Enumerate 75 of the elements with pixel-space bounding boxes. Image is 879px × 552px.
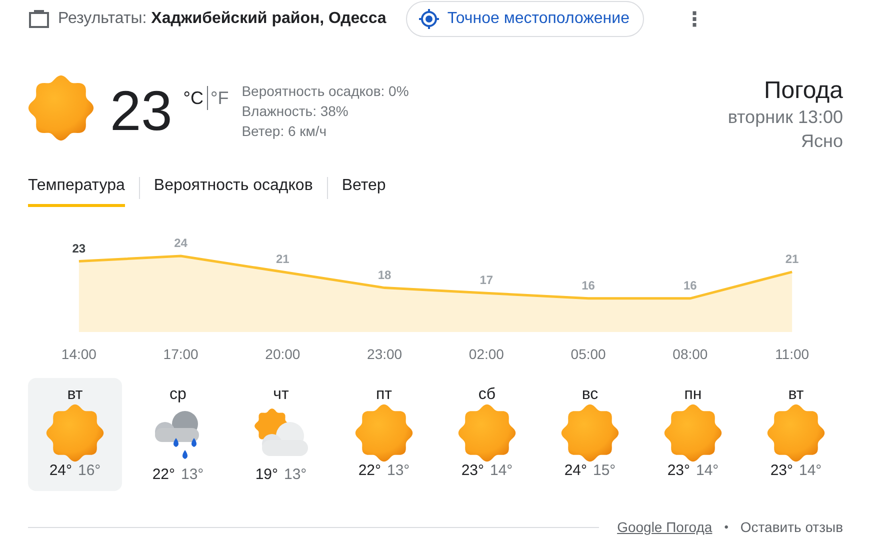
- chart-tab[interactable]: Температура: [28, 169, 125, 207]
- sun-icon: [664, 404, 722, 462]
- temperature-label: 23: [72, 241, 86, 256]
- time-label: 20:00: [264, 346, 302, 362]
- day-name: вс: [582, 386, 598, 404]
- low-temperature: 13°: [181, 466, 204, 483]
- chart-tab[interactable]: Вероятность осадков: [154, 169, 313, 207]
- temperature-label: 21: [785, 252, 799, 266]
- sun-icon: [355, 404, 413, 462]
- chart-tab[interactable]: Ветер: [342, 169, 386, 207]
- temperature-label: 21: [276, 252, 290, 266]
- high-temperature: 24°: [49, 462, 72, 479]
- briefcase-icon: [28, 9, 50, 29]
- high-temperature: 22°: [152, 466, 175, 483]
- day-name: ср: [170, 386, 186, 404]
- weather-detail: Влажность: 38%: [242, 103, 350, 120]
- day-name: пн: [684, 386, 702, 404]
- sun-icon: [28, 75, 94, 141]
- day-name: чт: [273, 386, 289, 404]
- unit-toggle[interactable]: °F: [208, 88, 232, 108]
- google-weather-link[interactable]: Google Погода: [617, 519, 712, 535]
- weather-detail: Ветер: 6 км/ч: [242, 123, 328, 140]
- sun-icon: [46, 404, 104, 462]
- weather-title: Погода: [764, 77, 843, 105]
- high-temperature: 23°: [667, 462, 690, 479]
- low-temperature: 14°: [696, 462, 719, 479]
- low-temperature: 16°: [78, 462, 101, 479]
- temperature-label: 16: [582, 278, 595, 292]
- time-label: 08:00: [672, 346, 709, 362]
- current-temperature: 23: [110, 83, 172, 139]
- day-forecast[interactable]: вт 24° 16°: [28, 378, 122, 491]
- day-forecast[interactable]: вт 23° 14°: [749, 378, 843, 491]
- low-temperature: 13°: [387, 462, 410, 479]
- day-name: пт: [376, 386, 392, 404]
- temperature-label: 18: [378, 268, 392, 282]
- temperature-label: 24: [174, 236, 188, 250]
- time-label: 05:00: [570, 346, 607, 362]
- time-label: 23:00: [366, 346, 404, 362]
- sun-icon: [767, 404, 825, 462]
- day-name: вт: [67, 386, 83, 404]
- low-temperature: 13°: [284, 466, 307, 483]
- day-forecast[interactable]: чт 19° 13°: [234, 378, 328, 491]
- high-temperature: 24°: [564, 462, 587, 479]
- more-menu-button[interactable]: ⋮: [680, 7, 708, 31]
- low-temperature: 14°: [799, 462, 822, 479]
- condition: Ясно: [801, 130, 843, 153]
- time-label: 02:00: [468, 346, 505, 362]
- low-temperature: 14°: [490, 462, 513, 479]
- precise-location-button[interactable]: Точное местоположение: [406, 1, 644, 37]
- time-label: 17:00: [162, 346, 200, 362]
- low-temperature: 15°: [593, 462, 616, 479]
- unit-toggle[interactable]: °C: [180, 88, 206, 108]
- location-target-icon: [419, 9, 440, 29]
- day-forecast[interactable]: сб 23° 14°: [440, 378, 534, 491]
- temperature-label: 16: [684, 278, 697, 292]
- day-name: сб: [478, 386, 496, 404]
- weather-detail: Вероятность осадков: 0%: [242, 83, 409, 100]
- separator-dot: •: [724, 520, 728, 534]
- sun-icon: [458, 404, 516, 462]
- day-forecast[interactable]: пн 23° 14°: [646, 378, 740, 491]
- temperature-label: 17: [480, 273, 494, 288]
- day-forecast[interactable]: пт 22° 13°: [337, 378, 431, 491]
- date-time: вторник 13:00: [728, 106, 843, 129]
- high-temperature: 22°: [358, 462, 381, 479]
- day-forecast[interactable]: ср 22° 13°: [131, 378, 225, 491]
- time-label: 14:00: [60, 346, 98, 362]
- high-temperature: 19°: [255, 466, 278, 483]
- high-temperature: 23°: [461, 462, 484, 479]
- time-label: 11:00: [774, 346, 810, 362]
- sun-icon: [561, 404, 619, 462]
- day-forecast[interactable]: вс 24° 15°: [543, 378, 637, 491]
- high-temperature: 23°: [770, 462, 793, 479]
- results-location: Результаты: Хаджибейский район, Одесса: [58, 10, 386, 28]
- day-name: вт: [788, 386, 804, 404]
- feedback-link[interactable]: Оставить отзыв: [740, 519, 843, 535]
